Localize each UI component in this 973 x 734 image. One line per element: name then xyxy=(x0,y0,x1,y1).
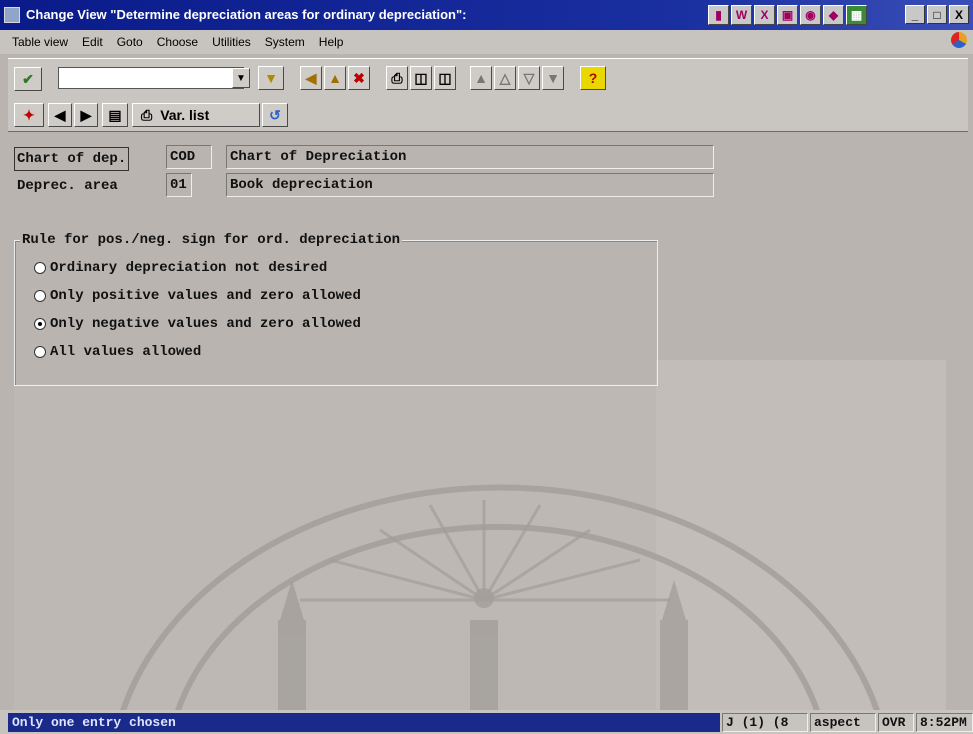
radio-label: All values allowed xyxy=(50,344,202,360)
radio-option[interactable]: Only negative values and zero allowed xyxy=(34,316,361,332)
radio-label: Ordinary depreciation not desired xyxy=(50,260,328,276)
save-button[interactable]: ▼ xyxy=(258,66,284,90)
chart-of-dep-label: Chart of dep. xyxy=(14,147,130,171)
previous-page-icon[interactable]: △ xyxy=(494,66,516,90)
menu-edit[interactable]: Edit xyxy=(82,35,103,49)
refresh-icon[interactable]: ↺ xyxy=(262,103,288,127)
title-bar-tools: ▮ W X ▣ ◉ ◆ ▦ xyxy=(708,5,867,25)
close-button[interactable]: X xyxy=(949,5,969,24)
back-icon[interactable]: ◀ xyxy=(300,66,322,90)
enter-button[interactable]: ✔ xyxy=(14,67,42,91)
sap-logo-icon xyxy=(951,32,967,48)
exit-icon[interactable]: ▲ xyxy=(324,66,346,90)
application-toolbar: ✦ ◀ ▶ ▤ ⎙ Var. list ↺ xyxy=(8,99,968,132)
minimize-button[interactable]: _ xyxy=(905,5,925,24)
radio-button-selected[interactable] xyxy=(34,318,46,330)
menu-utilities[interactable]: Utilities xyxy=(212,35,251,49)
radio-label: Only negative values and zero allowed xyxy=(50,316,361,332)
next-page-icon[interactable]: ▽ xyxy=(518,66,540,90)
layout-icon[interactable]: ▦ xyxy=(846,5,867,25)
color-palette-icon[interactable]: ◉ xyxy=(800,5,821,25)
var-list-label: Var. list xyxy=(160,107,210,123)
deprec-area-code[interactable]: 01 xyxy=(166,173,192,197)
watermark-seal-icon xyxy=(117,484,883,720)
word-icon[interactable]: W xyxy=(731,5,752,25)
menu-system[interactable]: System xyxy=(265,35,305,49)
chart-of-dep-description: Chart of Depreciation xyxy=(226,145,714,169)
standard-toolbar: ✔ ▼ ▼ ◀ ▲ ✖ ⎙ ◫ ◫ ▲ △ ▽ ▼ ? xyxy=(8,58,968,100)
radio-option[interactable]: All values allowed xyxy=(34,344,201,360)
window-icon[interactable]: ▣ xyxy=(777,5,798,25)
maximize-button[interactable]: □ xyxy=(927,5,947,24)
sign-rule-group-title: Rule for pos./neg. sign for ord. depreci… xyxy=(20,232,403,248)
radio-button[interactable] xyxy=(34,346,46,358)
menu-bar: Table view Edit Goto Choose Utilities Sy… xyxy=(0,30,973,54)
display-change-icon[interactable]: ✦ xyxy=(14,103,44,127)
select-block-icon[interactable]: ▤ xyxy=(102,103,128,127)
window-title: Change View "Determine depreciation area… xyxy=(26,7,467,22)
status-session: J (1) (8 xyxy=(722,713,808,732)
status-time: 8:52PM xyxy=(916,713,973,732)
status-mode[interactable]: OVR xyxy=(878,713,914,732)
next-entry-icon[interactable]: ▶ xyxy=(74,103,98,127)
deprec-area-label: Deprec. area xyxy=(17,178,118,194)
print-icon: ⎙ xyxy=(141,106,153,123)
print-icon[interactable]: ⎙ xyxy=(386,66,408,90)
command-dropdown-icon[interactable]: ▼ xyxy=(232,68,250,88)
graphics-icon[interactable]: ◆ xyxy=(823,5,844,25)
menu-help[interactable]: Help xyxy=(319,35,344,49)
find-next-icon[interactable]: ◫ xyxy=(434,66,456,90)
menu-goto[interactable]: Goto xyxy=(117,35,143,49)
sap-session-icon[interactable]: ▮ xyxy=(708,5,729,25)
print-var-list-button[interactable]: ⎙ Var. list xyxy=(132,103,260,127)
menu-choose[interactable]: Choose xyxy=(157,35,198,49)
status-bar: Only one entry chosen J (1) (8 aspect OV… xyxy=(0,710,973,734)
window-controls: _ □ X xyxy=(905,5,969,24)
radio-option[interactable]: Ordinary depreciation not desired xyxy=(34,260,327,276)
radio-label: Only positive values and zero allowed xyxy=(50,288,361,304)
radio-option[interactable]: Only positive values and zero allowed xyxy=(34,288,361,304)
first-page-icon[interactable]: ▲ xyxy=(470,66,492,90)
excel-icon[interactable]: X xyxy=(754,5,775,25)
chart-of-dep-code[interactable]: COD xyxy=(166,145,212,169)
menu-table-view[interactable]: Table view xyxy=(12,35,68,49)
last-page-icon[interactable]: ▼ xyxy=(542,66,564,90)
deprec-area-description: Book depreciation xyxy=(226,173,714,197)
status-server: aspect xyxy=(810,713,876,732)
app-icon[interactable] xyxy=(4,7,20,23)
previous-entry-icon[interactable]: ◀ xyxy=(48,103,72,127)
radio-button[interactable] xyxy=(34,290,46,302)
title-bar: Change View "Determine depreciation area… xyxy=(0,0,973,30)
find-icon[interactable]: ◫ xyxy=(410,66,432,90)
help-button[interactable]: ? xyxy=(580,66,606,90)
cancel-icon[interactable]: ✖ xyxy=(348,66,370,90)
command-field[interactable] xyxy=(58,67,244,89)
radio-button[interactable] xyxy=(34,262,46,274)
status-message: Only one entry chosen xyxy=(8,713,720,732)
